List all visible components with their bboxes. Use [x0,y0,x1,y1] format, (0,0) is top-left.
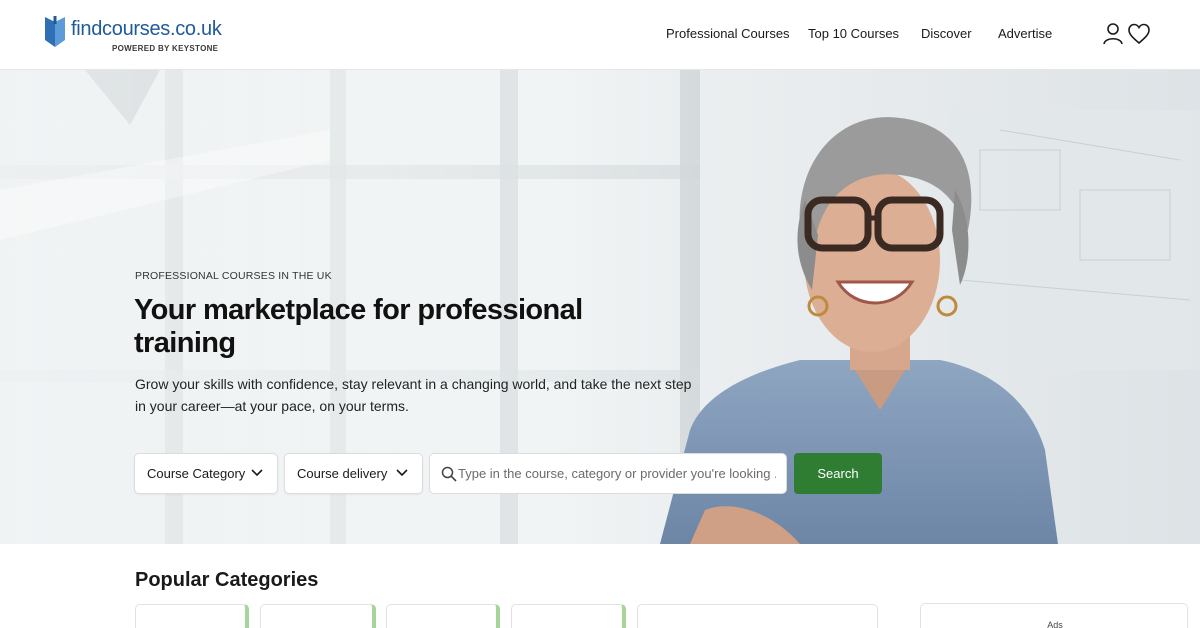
heart-icon[interactable] [1128,22,1150,46]
search-input[interactable] [458,455,776,492]
user-icon[interactable] [1102,22,1124,46]
nav-professional-courses[interactable]: Professional Courses [666,26,790,41]
search-button[interactable]: Search [794,453,882,494]
course-category-label: Course Category [147,466,246,481]
nav-top-10-courses[interactable]: Top 10 Courses [808,26,899,41]
chevron-down-icon [396,469,408,477]
course-delivery-dropdown[interactable]: Course delivery [284,453,423,494]
ads-panel: Ads [920,603,1188,628]
hero-description: Grow your skills with confidence, stay r… [135,376,692,414]
ads-label: Ads [1047,620,1063,628]
chevron-down-icon [251,469,263,477]
hero-eyebrow: PROFESSIONAL COURSES IN THE UK [135,270,332,282]
category-card[interactable] [386,604,500,628]
course-delivery-label: Course delivery [297,466,388,481]
course-category-dropdown[interactable]: Course Category [134,453,278,494]
hero-banner: PROFESSIONAL COURSES IN THE UK Your mark… [0,70,1200,544]
book-logo-icon [45,16,65,47]
nav-advertise[interactable]: Advertise [998,26,1052,41]
logo-tagline: POWERED BY KEYSTONE [112,44,219,53]
category-card-wide[interactable] [637,604,878,628]
category-card[interactable] [260,604,376,628]
nav-discover[interactable]: Discover [921,26,972,41]
site-logo[interactable]: findcourses.co.uk POWERED BY KEYSTONE [44,14,234,58]
popular-categories-title: Popular Categories [135,569,319,591]
hero-title: Your marketplace for professional traini… [134,294,583,359]
search-icon [441,466,457,482]
category-card[interactable] [511,604,626,628]
search-field [429,453,787,494]
category-card[interactable] [135,604,249,628]
logo-wordmark: findcourses.co.uk [71,18,222,40]
site-header: findcourses.co.uk POWERED BY KEYSTONE Pr… [0,0,1200,70]
